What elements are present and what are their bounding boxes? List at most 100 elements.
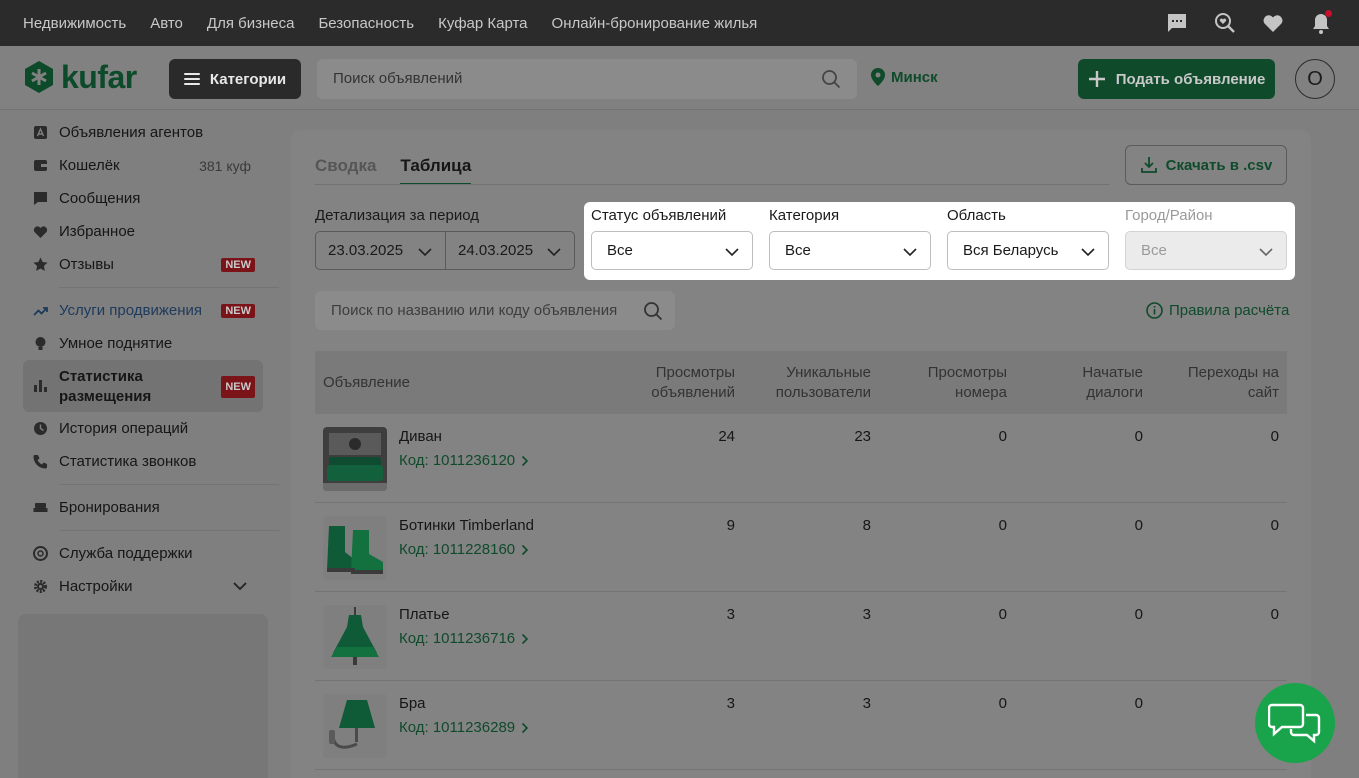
table-search-input[interactable]: Поиск по названию или коду объявления [315,291,675,330]
sidebar-item-smart-lift[interactable]: Умное поднятие [23,327,263,360]
ad-code-link[interactable]: Код: 1011236120 [399,452,529,469]
chevron-right-icon [522,455,529,466]
table-row[interactable]: Платье Код: 1011236716 3 3 0 0 0 [315,592,1287,681]
toplink-map[interactable]: Куфар Карта [438,15,527,32]
sidebar-item-promotion[interactable]: Услуги продвижения NEW [23,294,263,327]
message-icon[interactable] [1165,11,1189,35]
agent-icon [33,125,48,140]
ad-title[interactable]: Диван [399,428,442,445]
chevron-right-icon [522,633,529,644]
clock-icon [33,421,48,436]
categories-button[interactable]: Категории [169,59,301,99]
bars-icon [33,378,48,393]
sidebar-item-reviews[interactable]: Отзывы NEW [23,248,263,281]
col-header-ad: Объявление [323,374,410,391]
date-to-value: 24.03.2025 [458,242,534,259]
chevron-right-icon [522,544,529,555]
bulb-icon [33,336,48,351]
search-icon[interactable] [643,301,663,321]
chevron-down-icon[interactable] [233,581,247,591]
tabs: Сводка Таблица [315,156,472,185]
sidebar-item-support[interactable]: Служба поддержки [23,537,263,570]
sidebar-item-label: Служба поддержки [59,545,193,562]
toplink-business[interactable]: Для бизнеса [207,15,295,32]
table-row[interactable]: Диван Код: 1011236120 24 23 0 0 0 [315,414,1287,503]
city-selector[interactable]: Минск [871,68,938,86]
top-icons [1165,0,1333,46]
cell-unique: 23 [854,428,871,445]
sidebar-item-operations-history[interactable]: История операций [23,412,263,445]
download-csv-button[interactable]: Скачать в .csv [1125,145,1287,185]
filter-region-label: Область [947,207,1006,224]
toplink-auto[interactable]: Авто [150,15,183,32]
ad-title[interactable]: Ботинки Timberland [399,517,534,534]
ad-code: Код: 1011236289 [399,719,516,736]
boots-thumbnail[interactable] [323,516,387,580]
sidebar-item-wallet[interactable]: Кошелёк 381 куф [23,149,263,182]
toplink-security[interactable]: Безопасность [318,15,414,32]
table-header: Объявление Просмотры объявлений Уникальн… [315,351,1287,414]
sidebar-item-agents[interactable]: Объявления агентов [23,116,263,149]
sidebar-item-messages[interactable]: Сообщения [23,182,263,215]
kufar-logo[interactable]: kufar [23,60,137,94]
ad-title[interactable]: Бра [399,695,426,712]
filter-status-select[interactable]: Все [591,231,753,270]
table-row[interactable]: Бра Код: 1011236289 3 3 0 0 [315,681,1287,770]
support-chat-button[interactable] [1255,683,1335,763]
ad-title[interactable]: Платье [399,606,450,623]
plus-icon [1088,71,1105,87]
menu-icon [183,73,200,85]
bell-icon[interactable] [1309,10,1333,35]
phone-icon [33,454,48,469]
filter-region-select[interactable]: Вся Беларусь [947,231,1109,270]
cell-dialogs: 0 [1134,428,1143,445]
date-to-field[interactable]: 24.03.2025 [445,231,575,270]
chevron-down-icon [725,248,739,257]
tab-summary[interactable]: Сводка [315,156,376,185]
sconce-thumbnail[interactable] [323,694,387,758]
search-icon[interactable] [821,69,841,89]
filter-category-select[interactable]: Все [769,231,931,270]
toplink-realty[interactable]: Недвижимость [23,15,126,32]
notification-dot [1325,10,1332,17]
filter-status-label: Статус объявлений [591,207,727,224]
heart-search-icon[interactable] [1213,11,1237,35]
tab-table[interactable]: Таблица [400,156,472,185]
table-row[interactable]: Ботинки Timberland Код: 1011228160 9 8 0… [315,503,1287,592]
cell-unique: 3 [862,695,871,712]
sidebar-item-call-stats[interactable]: Статистика звонков [23,445,263,478]
calculation-rules-link[interactable]: Правила расчёта [1146,302,1289,319]
avatar[interactable]: О [1295,59,1335,99]
cell-unique: 3 [862,606,871,623]
sidebar-item-favorites[interactable]: Избранное [23,215,263,248]
chat-bubbles-icon [1268,703,1321,744]
cell-views: 24 [718,428,735,445]
chevron-down-icon [1259,248,1273,257]
ad-code-link[interactable]: Код: 1011228160 [399,541,529,558]
info-icon [1146,302,1163,319]
ad-code-link[interactable]: Код: 1011236289 [399,719,529,736]
col-header-dialogs: Начатые диалоги [1082,364,1143,401]
search-input[interactable]: Поиск объявлений [317,59,857,99]
bed-icon [33,500,48,515]
sofa-thumbnail[interactable] [323,427,387,491]
cell-views: 3 [726,606,735,623]
dress-thumbnail[interactable] [323,605,387,669]
sidebar: Объявления агентов Кошелёк 381 куф Сообщ… [23,116,279,603]
chevron-right-icon [522,722,529,733]
cell-phone-views: 0 [998,517,1007,534]
date-from-field[interactable]: 23.03.2025 [315,231,446,270]
sidebar-item-bookings[interactable]: Бронирования [23,491,263,524]
col-header-views: Просмотры объявлений [651,364,735,401]
sidebar-item-label: Объявления агентов [59,124,204,141]
sidebar-item-settings[interactable]: Настройки [23,570,263,603]
toplink-booking[interactable]: Онлайн-бронирование жилья [552,15,758,32]
top-navigation-bar: Недвижимость Авто Для бизнеса Безопаснос… [0,0,1359,46]
sidebar-item-placement-stats[interactable]: Статистика размещения NEW [23,360,263,412]
sidebar-divider [59,484,279,485]
ad-code-link[interactable]: Код: 1011236716 [399,630,529,647]
post-ad-button[interactable]: Подать объявление [1078,59,1275,99]
heart-icon[interactable] [1261,11,1285,35]
cell-dialogs: 0 [1134,606,1143,623]
chevron-down-icon [903,248,917,257]
